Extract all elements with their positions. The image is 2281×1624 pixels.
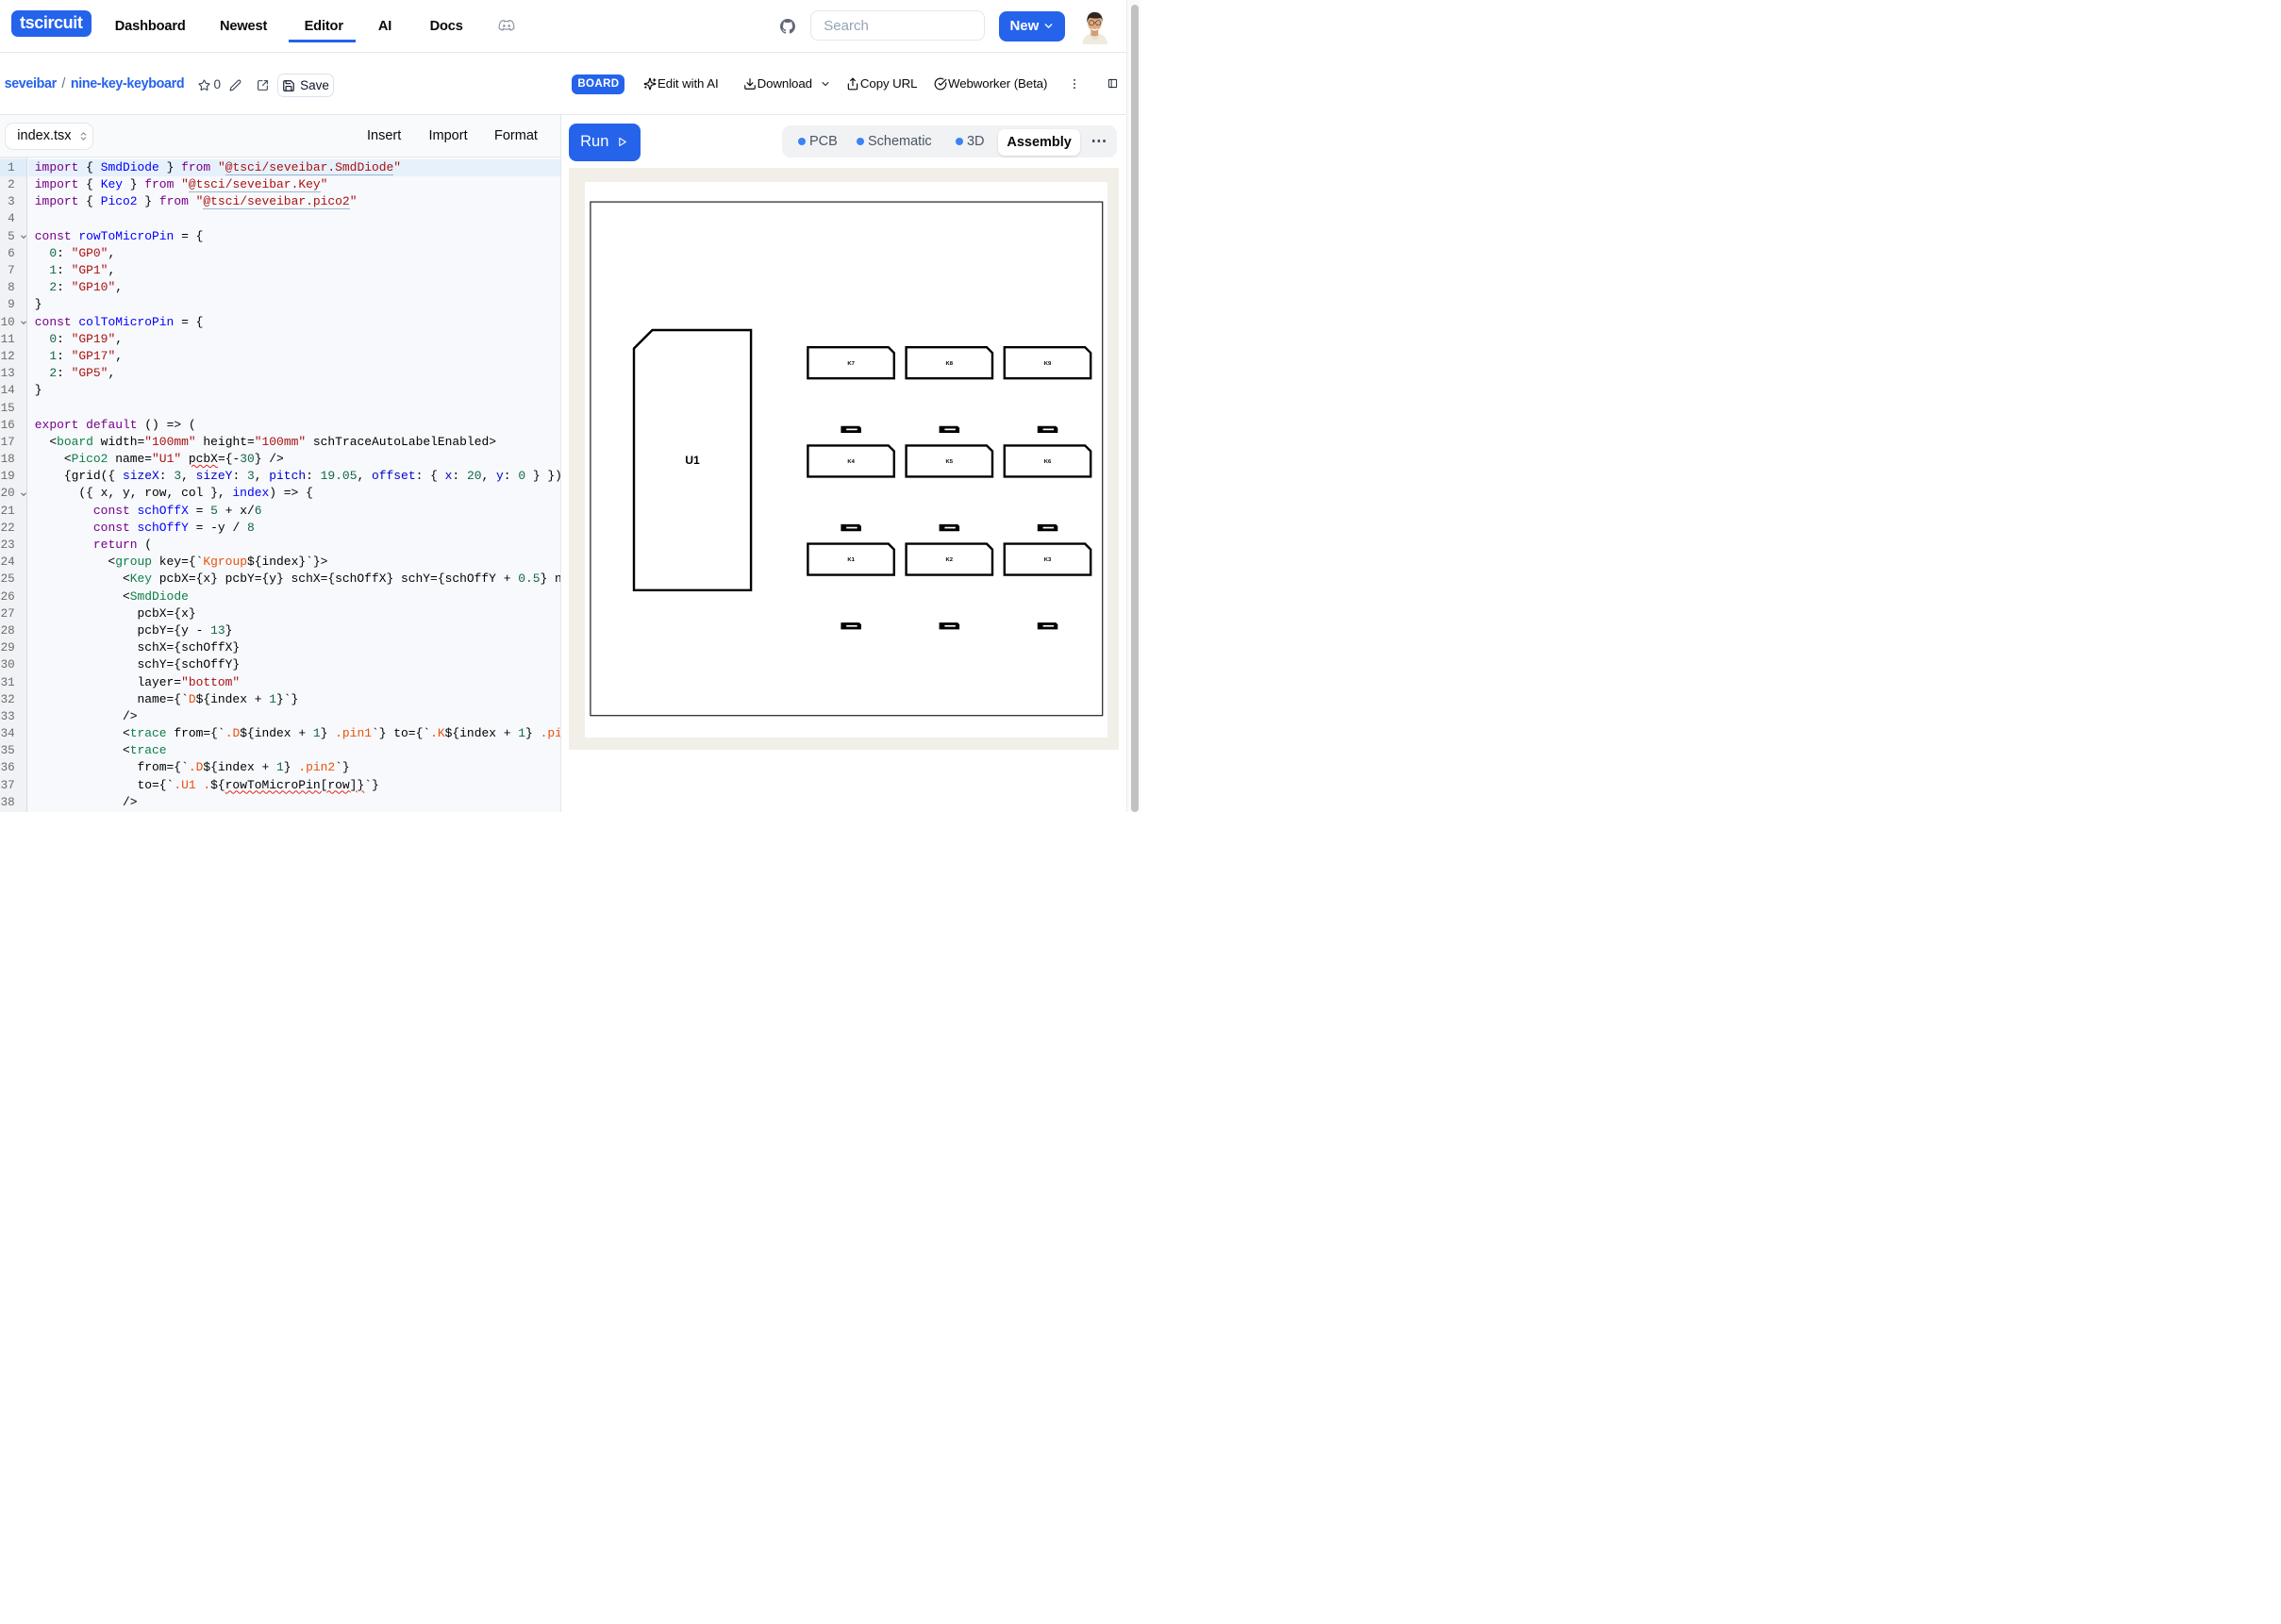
- svg-text:K5: K5: [945, 459, 953, 465]
- svg-text:K3: K3: [1044, 558, 1052, 564]
- svg-text:K6: K6: [1044, 459, 1052, 465]
- svg-text:K9: K9: [1044, 361, 1052, 367]
- svg-text:K4: K4: [847, 459, 855, 465]
- svg-text:U1: U1: [685, 455, 700, 468]
- svg-text:K7: K7: [847, 361, 855, 367]
- svg-text:K2: K2: [945, 558, 953, 564]
- svg-text:K8: K8: [945, 361, 953, 367]
- svg-text:K1: K1: [847, 558, 855, 564]
